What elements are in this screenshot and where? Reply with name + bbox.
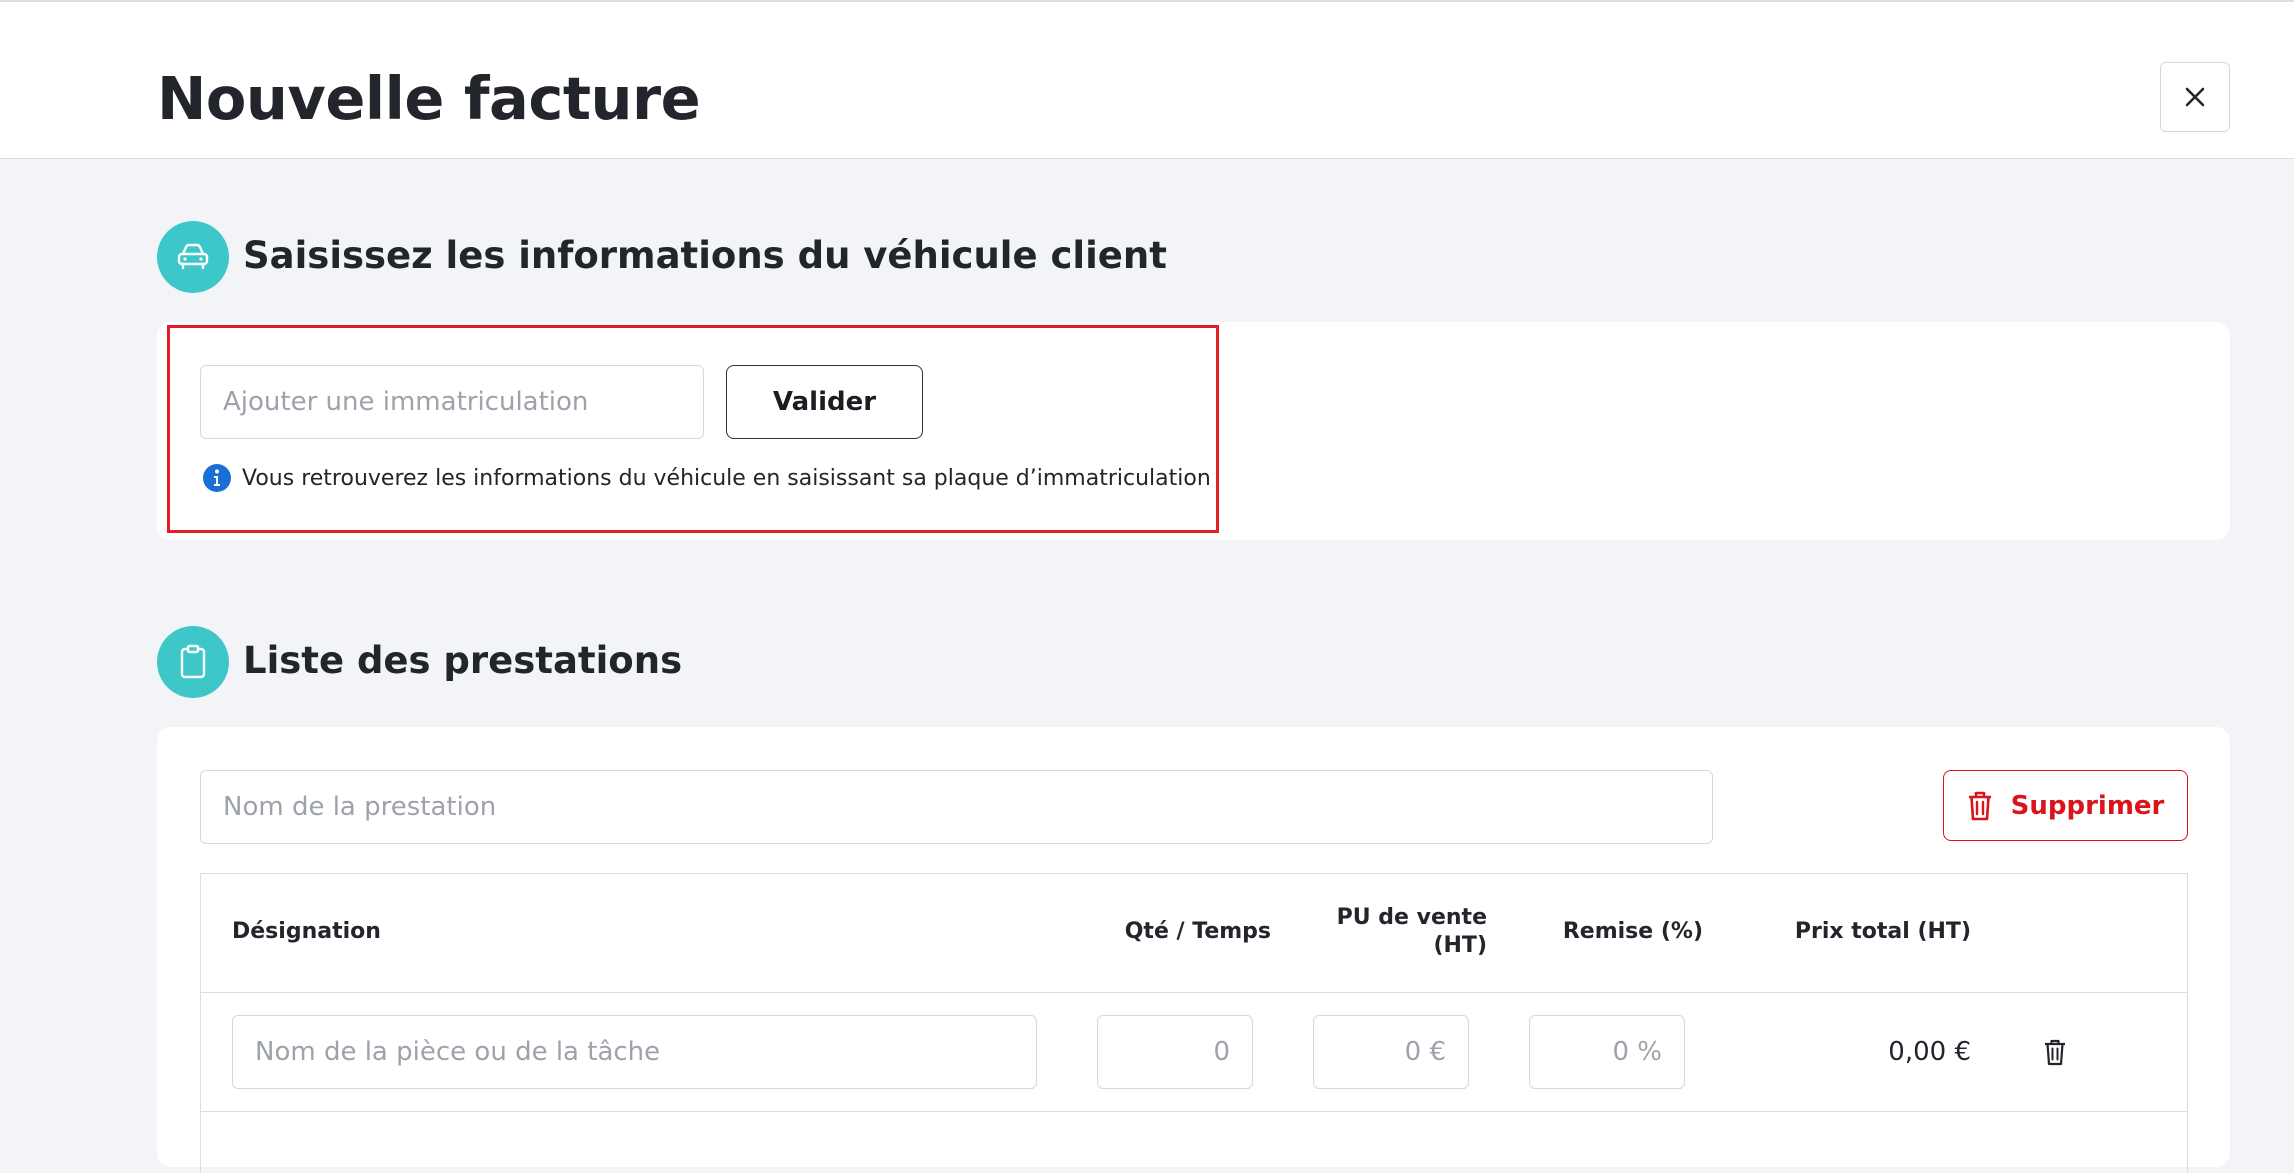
page-header: Nouvelle facture xyxy=(0,0,2294,159)
delete-row-button[interactable] xyxy=(2035,1032,2075,1072)
car-section-icon xyxy=(157,221,229,293)
service-name-input[interactable] xyxy=(200,770,1713,844)
header-unit-price-line1: PU de vente xyxy=(1336,905,1487,930)
vehicle-section-title: Saisissez les informations du véhicule c… xyxy=(243,234,1167,277)
header-discount: Remise (%) xyxy=(1562,919,1703,944)
quantity-input[interactable] xyxy=(1097,1015,1253,1089)
designation-input[interactable] xyxy=(232,1015,1037,1089)
header-unit-price-line2: (HT) xyxy=(1433,933,1487,958)
header-designation: Désignation xyxy=(232,919,381,944)
delete-service-button[interactable]: Supprimer xyxy=(1943,770,2188,841)
header-unit-price: PU de vente (HT) xyxy=(1287,904,1487,960)
page-title: Nouvelle facture xyxy=(157,64,701,133)
header-quantity: Qté / Temps xyxy=(1124,919,1271,944)
header-total: Prix total (HT) xyxy=(1794,919,1971,944)
discount-input[interactable] xyxy=(1529,1015,1685,1089)
car-icon xyxy=(177,243,209,270)
close-button[interactable] xyxy=(2160,62,2230,132)
header-divider xyxy=(201,992,2187,993)
close-icon xyxy=(2185,87,2205,107)
highlight-box xyxy=(167,325,1219,533)
row-total: 0,00 € xyxy=(1888,1037,1971,1067)
services-card: Supprimer Désignation Qté / Temps PU de … xyxy=(157,727,2230,1173)
clipboard-icon xyxy=(180,644,206,679)
trash-icon xyxy=(1968,791,1991,820)
row-divider xyxy=(201,1111,2187,1112)
services-table: Désignation Qté / Temps PU de vente (HT)… xyxy=(200,873,2188,1173)
services-section-title: Liste des prestations xyxy=(243,639,683,682)
trash-icon xyxy=(2045,1039,2065,1066)
unit-price-input[interactable] xyxy=(1313,1015,1469,1089)
clipboard-section-icon xyxy=(157,626,229,698)
delete-service-label: Supprimer xyxy=(2010,790,2165,821)
